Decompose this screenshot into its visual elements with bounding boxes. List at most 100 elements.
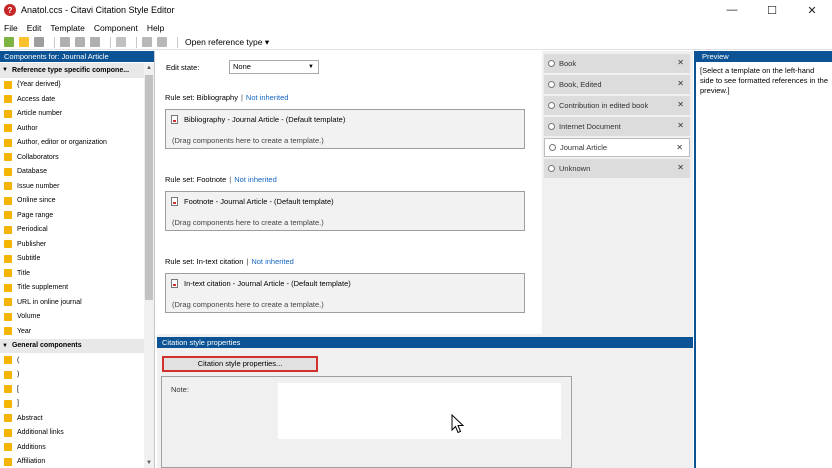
open-reference-type-button[interactable]: Open reference type ▾ (185, 37, 269, 48)
circle-icon (548, 81, 555, 88)
component-folder-icon (4, 240, 12, 249)
component-folder-icon (4, 399, 12, 408)
component-item[interactable]: ] (0, 397, 144, 412)
preview-text: [Select a template on the left-hand side… (700, 66, 828, 95)
edit-state-select[interactable]: None ▼ (229, 60, 319, 74)
component-item-label: Subtitle (17, 255, 41, 263)
preview-panel: Preview [Select a template on the left-h… (694, 51, 832, 468)
component-item[interactable]: Database (0, 165, 144, 180)
components-scrollbar[interactable]: ▲ ▼ (144, 63, 154, 468)
component-item-label: Collaborators (17, 153, 59, 161)
close-tab-icon[interactable]: ✕ (677, 79, 684, 88)
component-item[interactable]: URL in online journal (0, 295, 144, 310)
ruleset-separator: | (229, 175, 232, 184)
dropdown-arrow-icon: ▼ (308, 64, 314, 70)
template-hint: (Drag components here to create a templa… (172, 300, 324, 309)
redo-icon[interactable] (157, 37, 167, 47)
component-folder-icon (4, 356, 12, 365)
component-item[interactable]: Affiliation (0, 455, 144, 468)
document-icon (171, 279, 178, 288)
component-item[interactable]: Author (0, 121, 144, 136)
cut-icon[interactable] (60, 37, 70, 47)
not-inherited-link[interactable]: Not inherited (234, 175, 277, 184)
component-item[interactable]: Article number (0, 107, 144, 122)
component-item[interactable]: Page range (0, 208, 144, 223)
component-item[interactable]: Additions (0, 440, 144, 455)
component-folder-icon (4, 327, 12, 336)
intext-template-box[interactable]: In-text citation - Journal Article - (De… (165, 273, 525, 313)
component-item-label: ] (17, 400, 19, 408)
reference-type-tab[interactable]: Internet Document ✕ (544, 117, 690, 136)
menu-file[interactable]: File (4, 23, 18, 33)
citation-style-properties-button[interactable]: Citation style properties... (162, 356, 318, 372)
close-tab-icon[interactable]: ✕ (677, 100, 684, 109)
template-name: Footnote - Journal Article - (Default te… (184, 197, 334, 206)
reference-type-tab[interactable]: Unknown ✕ (544, 159, 690, 178)
menu-component[interactable]: Component (94, 23, 138, 33)
new-icon[interactable] (4, 37, 14, 47)
scroll-thumb[interactable] (145, 75, 153, 300)
save-icon[interactable] (34, 37, 44, 47)
component-item[interactable]: Periodical (0, 223, 144, 238)
note-textarea[interactable] (278, 383, 561, 439)
component-item[interactable]: {Year derived} (0, 78, 144, 93)
reference-type-tab[interactable]: Journal Article ✕ (544, 138, 690, 157)
undo-icon[interactable] (142, 37, 152, 47)
component-item[interactable]: ) (0, 368, 144, 383)
paste-icon[interactable] (90, 37, 100, 47)
component-item[interactable]: Author, editor or organization (0, 136, 144, 151)
component-folder-icon (4, 124, 12, 133)
component-item[interactable]: Collaborators (0, 150, 144, 165)
component-item[interactable]: Volume (0, 310, 144, 325)
menu-help[interactable]: Help (147, 23, 164, 33)
close-tab-icon[interactable]: ✕ (677, 58, 684, 67)
not-inherited-link[interactable]: Not inherited (246, 93, 289, 102)
component-item[interactable]: Access date (0, 92, 144, 107)
component-item[interactable]: Title (0, 266, 144, 281)
component-item[interactable]: Additional links (0, 426, 144, 441)
center-area: Edit state: None ▼ Rule set: Bibliograph… (157, 51, 693, 468)
copy-icon[interactable] (75, 37, 85, 47)
delete-icon[interactable] (116, 37, 126, 47)
close-tab-icon[interactable]: ✕ (677, 121, 684, 130)
component-item[interactable]: Title supplement (0, 281, 144, 296)
component-item-label: URL in online journal (17, 298, 82, 306)
close-tab-icon[interactable]: ✕ (677, 163, 684, 172)
bibliography-template-box[interactable]: Bibliography - Journal Article - (Defaul… (165, 109, 525, 149)
scroll-up-icon[interactable]: ▲ (144, 63, 154, 73)
not-inherited-link[interactable]: Not inherited (251, 257, 294, 266)
ruleset-bibliography-label: Rule set: Bibliography | Not inherited (165, 93, 288, 102)
toolbar-separator (136, 36, 137, 48)
component-item[interactable]: [ (0, 382, 144, 397)
footnote-template-box[interactable]: Footnote - Journal Article - (Default te… (165, 191, 525, 231)
component-item[interactable]: Abstract (0, 411, 144, 426)
close-button[interactable]: ✕ (792, 0, 832, 20)
open-reference-type-label: Open reference type (185, 36, 263, 47)
component-item[interactable]: Issue number (0, 179, 144, 194)
reference-type-label: Contribution in edited book (559, 101, 649, 110)
component-item[interactable]: Subtitle (0, 252, 144, 267)
component-item[interactable]: Publisher (0, 237, 144, 252)
component-group-header[interactable]: ▼ Reference type specific compone... (0, 63, 144, 78)
scroll-down-icon[interactable]: ▼ (144, 458, 154, 468)
reference-type-tab[interactable]: Book ✕ (544, 54, 690, 73)
component-item[interactable]: ( (0, 353, 144, 368)
component-group-header[interactable]: ▼ General components (0, 338, 144, 353)
menu-edit[interactable]: Edit (27, 23, 42, 33)
minimize-button[interactable]: — (712, 0, 752, 20)
component-folder-icon (4, 370, 12, 379)
template-title: In-text citation - Journal Article - (De… (171, 279, 351, 288)
collapse-triangle-icon[interactable]: ▼ (2, 67, 8, 73)
close-tab-icon[interactable]: ✕ (676, 143, 683, 152)
components-list: ▼ Reference type specific compone... {Year… (0, 63, 144, 468)
template-editor: Edit state: None ▼ Rule set: Bibliograph… (157, 51, 542, 334)
reference-type-tab[interactable]: Contribution in edited book ✕ (544, 96, 690, 115)
menu-template[interactable]: Template (50, 23, 85, 33)
maximize-button[interactable]: ☐ (752, 0, 792, 20)
component-item[interactable]: Year (0, 324, 144, 339)
component-item[interactable]: Online since (0, 194, 144, 209)
window-title: Anatol.ccs - Citavi Citation Style Edito… (21, 5, 175, 15)
open-icon[interactable] (19, 37, 29, 47)
collapse-triangle-icon[interactable]: ▼ (2, 343, 8, 349)
reference-type-tab[interactable]: Book, Edited ✕ (544, 75, 690, 94)
